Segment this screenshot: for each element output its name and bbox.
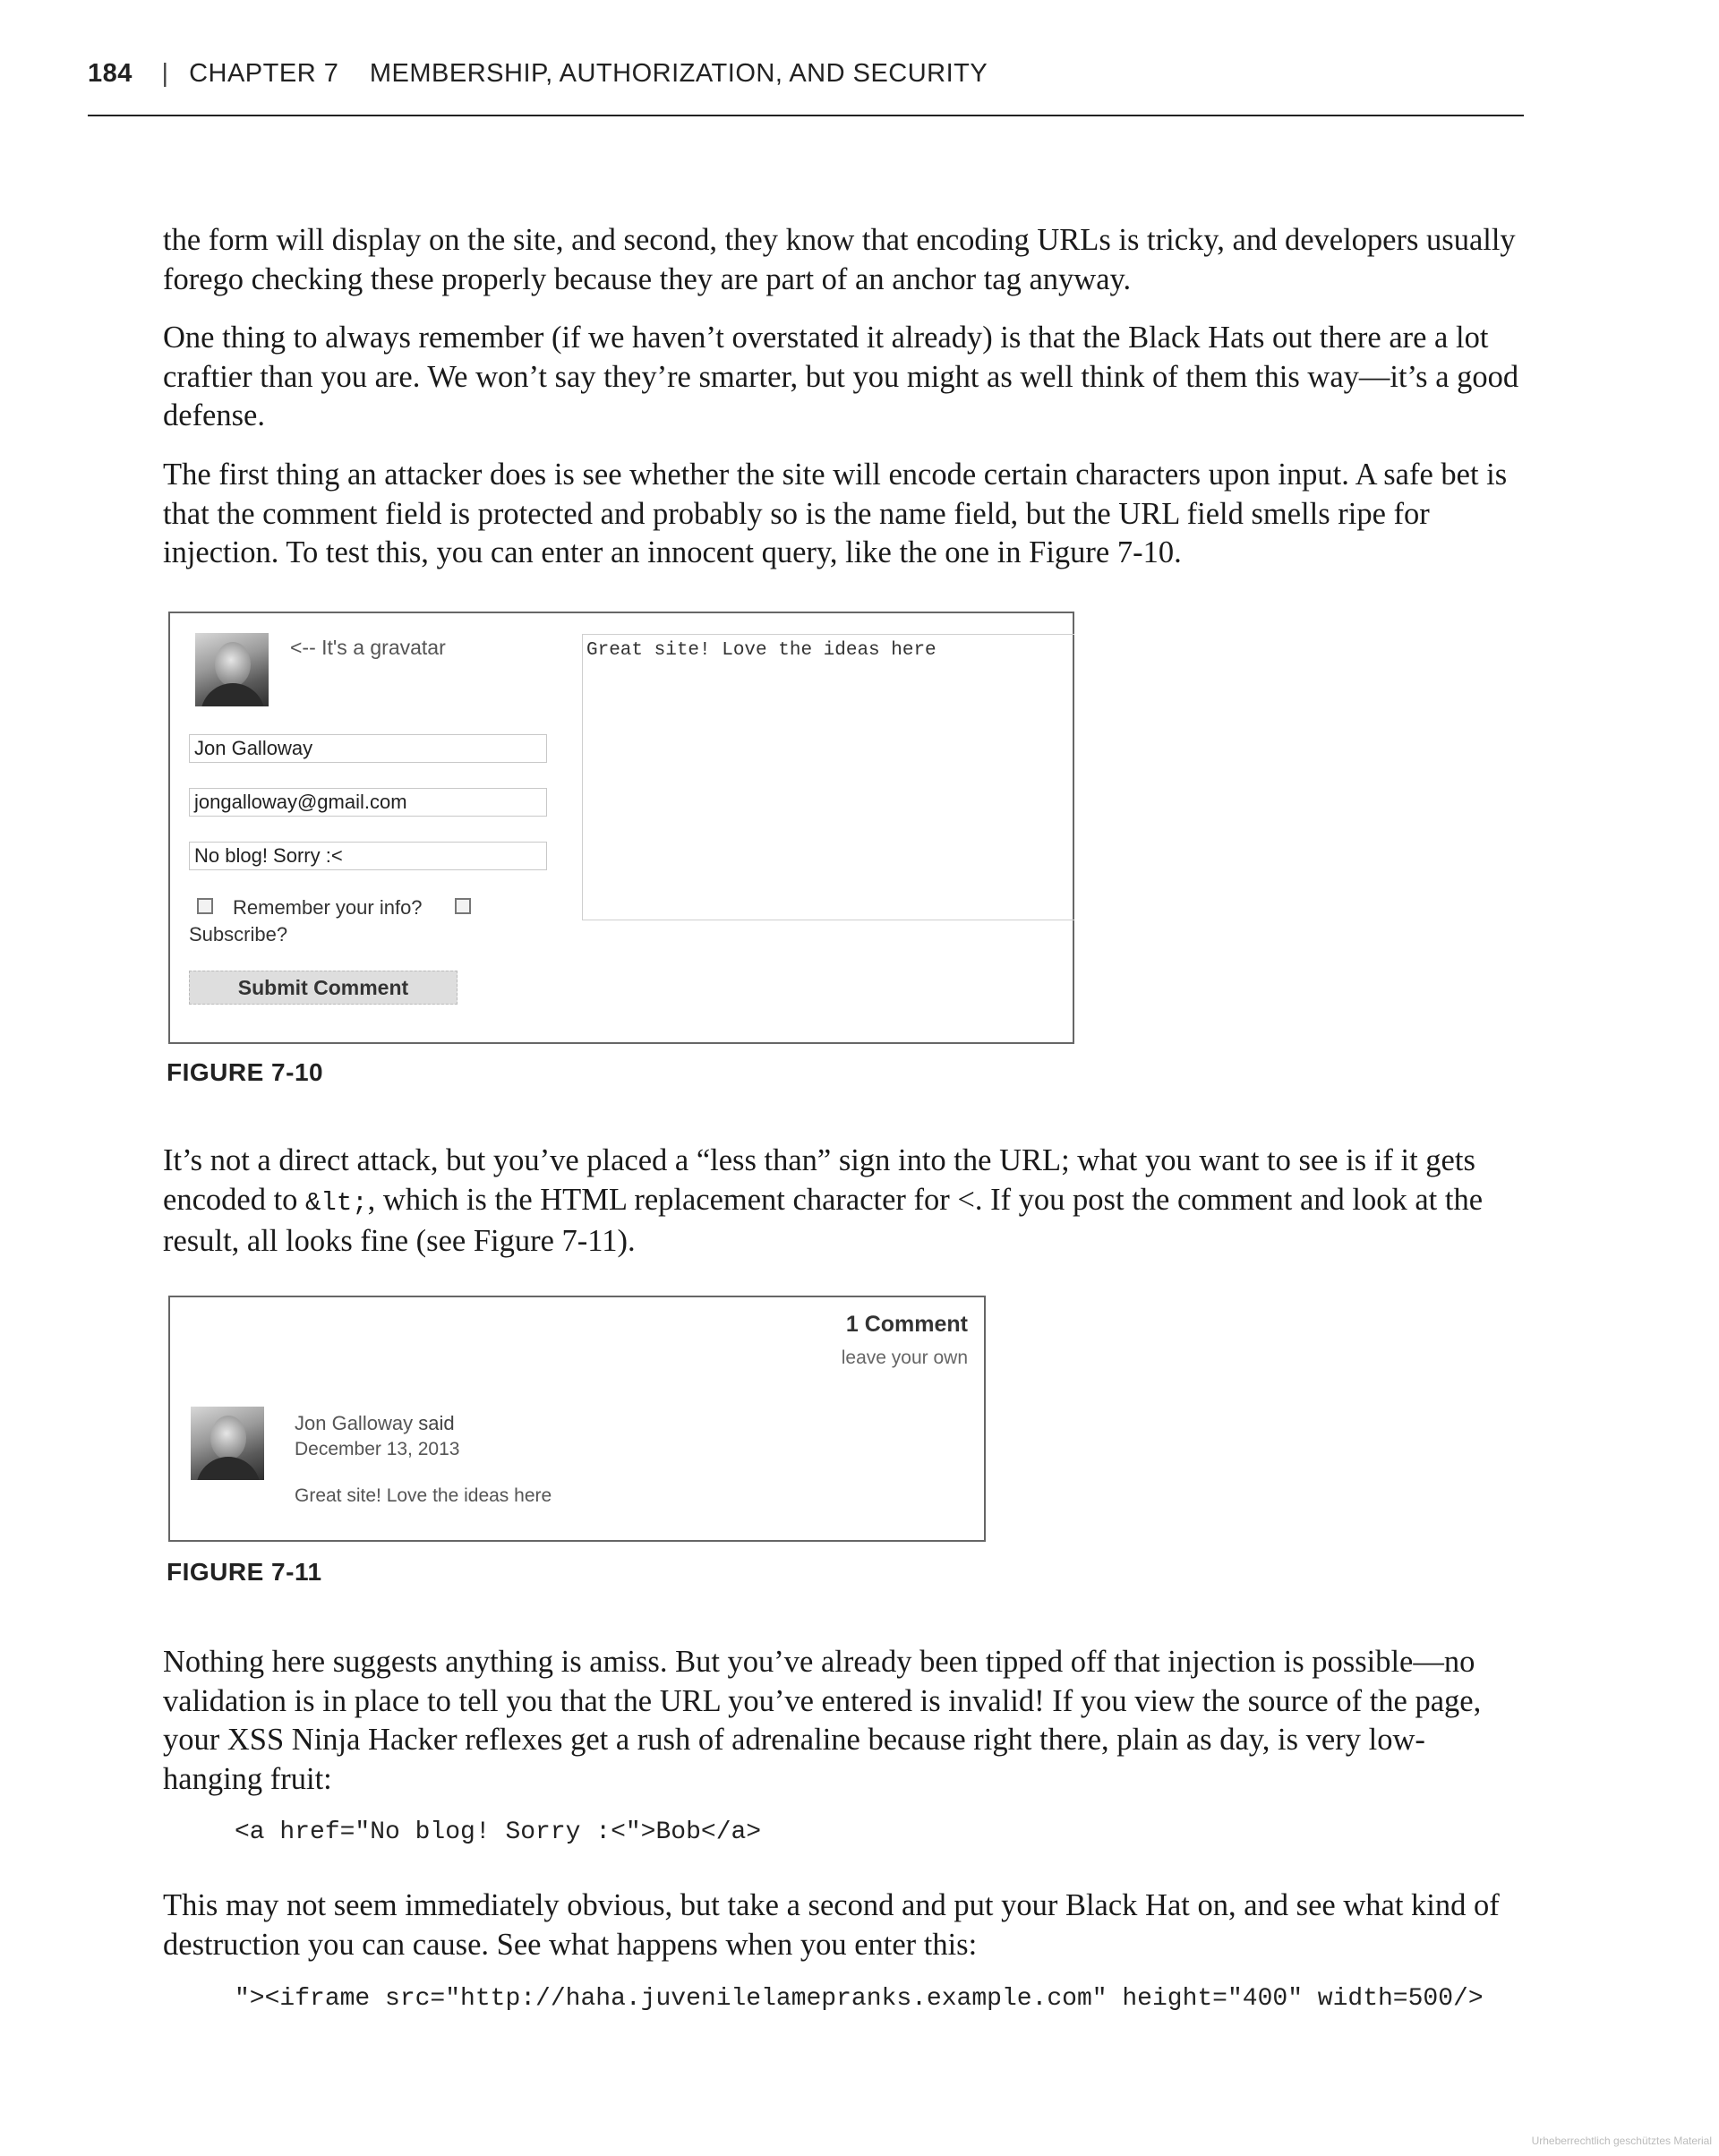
figure-7-11-caption: FIGURE 7-11 xyxy=(167,1558,322,1586)
paragraph-2: One thing to always remember (if we have… xyxy=(163,321,1519,432)
paragraph-4: It’s not a direct attack, but you’ve pla… xyxy=(163,1142,1524,1262)
figure-7-10-caption: FIGURE 7-10 xyxy=(167,1058,324,1086)
submit-comment-button[interactable]: Submit Comment xyxy=(189,971,458,1005)
subscribe-label: Subscribe? xyxy=(189,923,288,945)
code-block-anchor: <a href="No blog! Sorry :<">Bob</a> xyxy=(235,1818,762,1846)
comment-author[interactable]: Jon Galloway xyxy=(295,1412,413,1434)
leave-your-own-link[interactable]: leave your own xyxy=(842,1348,968,1369)
said-label: said xyxy=(418,1412,455,1434)
paragraph-1: the form will display on the site, and s… xyxy=(163,223,1516,296)
comment-author-line: Jon Galloway said xyxy=(295,1412,455,1435)
email-field[interactable]: jongalloway@gmail.com xyxy=(189,788,547,817)
comment-textarea[interactable]: Great site! Love the ideas here xyxy=(582,634,1074,920)
encoded-lt-code: &lt; xyxy=(305,1187,368,1218)
subscribe-checkbox[interactable] xyxy=(455,898,471,914)
comment-count: 1 Comment xyxy=(845,1312,968,1337)
commenter-avatar xyxy=(191,1407,264,1480)
chapter-label: CHAPTER 7 xyxy=(189,59,339,88)
remember-checkbox[interactable] xyxy=(197,898,213,914)
header-separator: | xyxy=(161,59,169,88)
running-header: 184 | CHAPTER 7 MEMBERSHIP, AUTHORIZATIO… xyxy=(88,59,1524,116)
figure-7-11-posted-comment: 1 Comment leave your own Jon Galloway sa… xyxy=(168,1296,986,1542)
code-block-iframe: "><iframe src="http://haha.juvenilelamep… xyxy=(235,1985,1484,2013)
name-field[interactable]: Jon Galloway xyxy=(189,734,547,763)
page-number: 184 xyxy=(88,59,133,88)
copyright-watermark: Urheberrechtlich geschütztes Material xyxy=(1531,2135,1712,2147)
comment-text: Great site! Love the ideas here xyxy=(295,1485,552,1506)
remember-label: Remember your info? xyxy=(233,896,423,919)
gravatar-avatar xyxy=(195,633,269,706)
gravatar-note: <-- It's a gravatar xyxy=(290,636,446,659)
paragraph-6: This may not seem immediately obvious, b… xyxy=(163,1888,1500,1962)
paragraph-3: The first thing an attacker does is see … xyxy=(163,458,1508,569)
url-field[interactable]: No blog! Sorry :< xyxy=(189,842,547,870)
figure-7-10-comment-form: <-- It's a gravatar Jon Galloway jongall… xyxy=(168,612,1074,1044)
paragraph-5: Nothing here suggests anything is amiss.… xyxy=(163,1645,1482,1796)
comment-date: December 13, 2013 xyxy=(295,1439,460,1459)
chapter-title: MEMBERSHIP, AUTHORIZATION, AND SECURITY xyxy=(369,59,988,88)
